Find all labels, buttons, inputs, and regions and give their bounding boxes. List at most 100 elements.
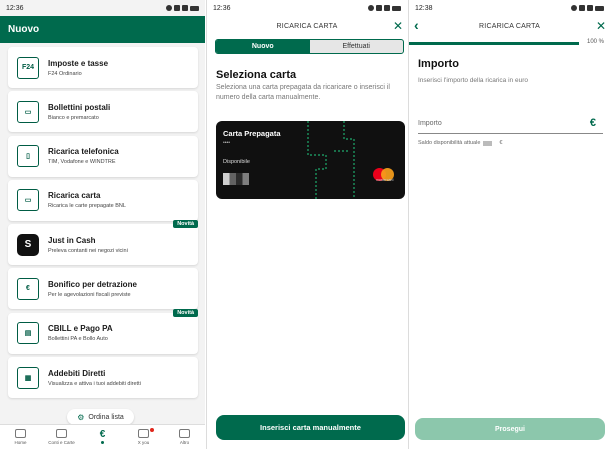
nav-home[interactable]: Home	[2, 429, 40, 445]
service-title: Ricarica telefonica	[48, 147, 119, 157]
service-subtitle: TIM, Vodafone e WINDTRE	[48, 159, 116, 166]
section-heading: Seleziona carta	[216, 69, 297, 81]
grid-icon	[179, 429, 190, 438]
wifi-icon	[376, 5, 382, 11]
section-description: Inserisci l'importo della ricarica in eu…	[418, 77, 528, 84]
section-description: Seleziona una carta prepagata da ricaric…	[216, 84, 390, 101]
battery-icon	[595, 5, 604, 11]
service-title: Bollettini postali	[48, 102, 111, 112]
service-subtitle: Bianco e premarcato	[48, 114, 99, 121]
status-time: 12:38	[415, 4, 433, 12]
new-badge: Novità	[173, 220, 198, 229]
sort-list-button[interactable]: ⚙ Ordina lista	[67, 409, 134, 425]
home-icon	[15, 429, 26, 438]
services-list: F24 Imposte e tasse F24 Ordinario ▭ Bolle…	[8, 47, 198, 401]
insert-card-manually-button[interactable]: Inserisci carta manualmente	[216, 415, 405, 440]
nav-altro[interactable]: Altro	[166, 429, 204, 445]
service-item-imposte[interactable]: F24 Imposte e tasse F24 Ordinario	[8, 47, 198, 88]
amount-field-label: Importo	[418, 120, 442, 127]
sort-label: Ordina lista	[88, 413, 124, 421]
status-icons	[571, 5, 604, 11]
cards-icon	[56, 429, 67, 438]
available-balance: Saldo disponibilità attuale €	[418, 140, 502, 146]
service-item-bollettini[interactable]: ▭ Bollettini postali Bianco e premarcato	[8, 91, 198, 133]
prepaid-card[interactable]: Carta Prepagata •••• Disponibile masterc…	[216, 121, 405, 199]
service-subtitle: Preleva contanti nei negozi vicini	[48, 247, 128, 254]
page-title: RICARICA CARTA	[479, 23, 540, 30]
cbill-icon: ▤	[17, 322, 39, 345]
close-icon[interactable]: ✕	[393, 20, 403, 32]
status-bar: 12:36	[207, 0, 407, 16]
nav-payments[interactable]: €	[84, 429, 122, 444]
status-time: 12:36	[6, 4, 24, 12]
new-badge: Novità	[173, 308, 198, 317]
service-title: Bonifico per detrazione	[48, 279, 137, 289]
battery-icon	[392, 5, 401, 11]
signal-icon	[587, 5, 593, 11]
wifi-icon	[579, 5, 585, 11]
balance-currency: €	[499, 140, 503, 146]
status-icons	[368, 5, 401, 11]
status-time: 12:36	[213, 4, 231, 12]
service-title: CBILL e Pago PA	[48, 324, 113, 334]
section-heading: Importo	[418, 58, 459, 70]
service-item-cbill-pagopa[interactable]: ▤ CBILL e Pago PA Bollettini PA e Bollo A…	[8, 308, 198, 354]
signal-icon	[384, 5, 390, 11]
service-item-addebiti-diretti[interactable]: ▦ Addebiti Diretti Visualizza e attiva i …	[8, 357, 198, 399]
active-indicator	[101, 441, 104, 444]
status-bar: 12:36	[0, 0, 205, 16]
status-icons	[166, 5, 199, 11]
notification-dot	[149, 428, 154, 432]
progress-label: 100 %	[586, 39, 604, 45]
nav-label: Home	[14, 440, 27, 445]
service-item-just-in-cash[interactable]: S Just in Cash Preleva contanti nei negoz…	[8, 220, 198, 266]
nav-label: Conti e Carte	[48, 440, 75, 445]
service-title: Imposte e tasse	[48, 58, 109, 68]
service-subtitle: Bollettini PA e Bollo Auto	[48, 336, 108, 343]
bottom-navigation: Home Conti e Carte € X you Altro	[0, 424, 205, 449]
amount-input[interactable]	[418, 133, 603, 134]
close-icon[interactable]: ✕	[596, 20, 606, 32]
service-item-ricarica-telefonica[interactable]: ▯ Ricarica telefonica TIM, Vodafone e WIN…	[8, 135, 198, 177]
amount-screen: 12:38 ‹ RICARICA CARTA ✕ 100 % Importo I…	[408, 0, 610, 449]
card-topup-icon: ▭	[17, 189, 39, 212]
tab-nuovo[interactable]: Nuovo	[216, 40, 310, 53]
nav-conti-carte[interactable]: Conti e Carte	[43, 429, 81, 445]
service-subtitle: F24 Ordinario	[48, 70, 82, 77]
bill-icon: ▭	[17, 100, 39, 123]
card-brand: mastercard	[376, 178, 394, 182]
battery-icon	[190, 5, 199, 11]
star-icon	[138, 429, 149, 438]
page-title: RICARICA CARTA	[276, 23, 338, 30]
service-title: Just in Cash	[48, 235, 96, 245]
card-number: ••••	[223, 140, 231, 146]
euro-icon: €	[589, 117, 596, 129]
service-item-bonifico-detrazione[interactable]: € Bonifico per detrazione Per le agevolaz…	[8, 268, 198, 310]
service-title: Ricarica carta	[48, 191, 101, 201]
euro-icon: €	[99, 429, 106, 440]
masked-balance	[483, 140, 493, 146]
services-screen: 12:36 Nuovo F24 Imposte e tasse F24 Ordin…	[0, 0, 205, 449]
tab-switcher: Nuovo Effettuati	[215, 39, 404, 54]
nav-x-you[interactable]: X you	[125, 428, 163, 445]
direct-debit-icon: ▦	[17, 366, 39, 389]
service-title: Addebiti Diretti	[48, 368, 106, 378]
card-name: Carta Prepagata	[223, 129, 281, 138]
progress-bar	[409, 42, 579, 45]
continue-button[interactable]: Prosegui	[415, 418, 605, 440]
signal-icon	[182, 5, 188, 11]
page-title: Nuovo	[0, 16, 205, 43]
transfer-euro-icon: €	[17, 277, 39, 300]
wifi-icon	[174, 5, 180, 11]
service-subtitle: Ricarica le carte prepagate BNL	[48, 203, 126, 210]
balance-label: Saldo disponibilità attuale	[418, 140, 481, 146]
notification-icon	[166, 5, 172, 11]
service-item-ricarica-carta[interactable]: ▭ Ricarica carta Ricarica le carte prepag…	[8, 179, 198, 221]
card-available-label: Disponibile	[223, 159, 250, 165]
phone-topup-icon: ▯	[17, 145, 39, 168]
tab-effettuati[interactable]: Effettuati	[310, 40, 404, 53]
nav-label: Altro	[179, 440, 190, 445]
select-card-screen: 12:36 RICARICA CARTA ✕ Nuovo Effettuati …	[206, 0, 407, 449]
status-bar: 12:38	[409, 0, 610, 16]
notification-icon	[368, 5, 374, 11]
